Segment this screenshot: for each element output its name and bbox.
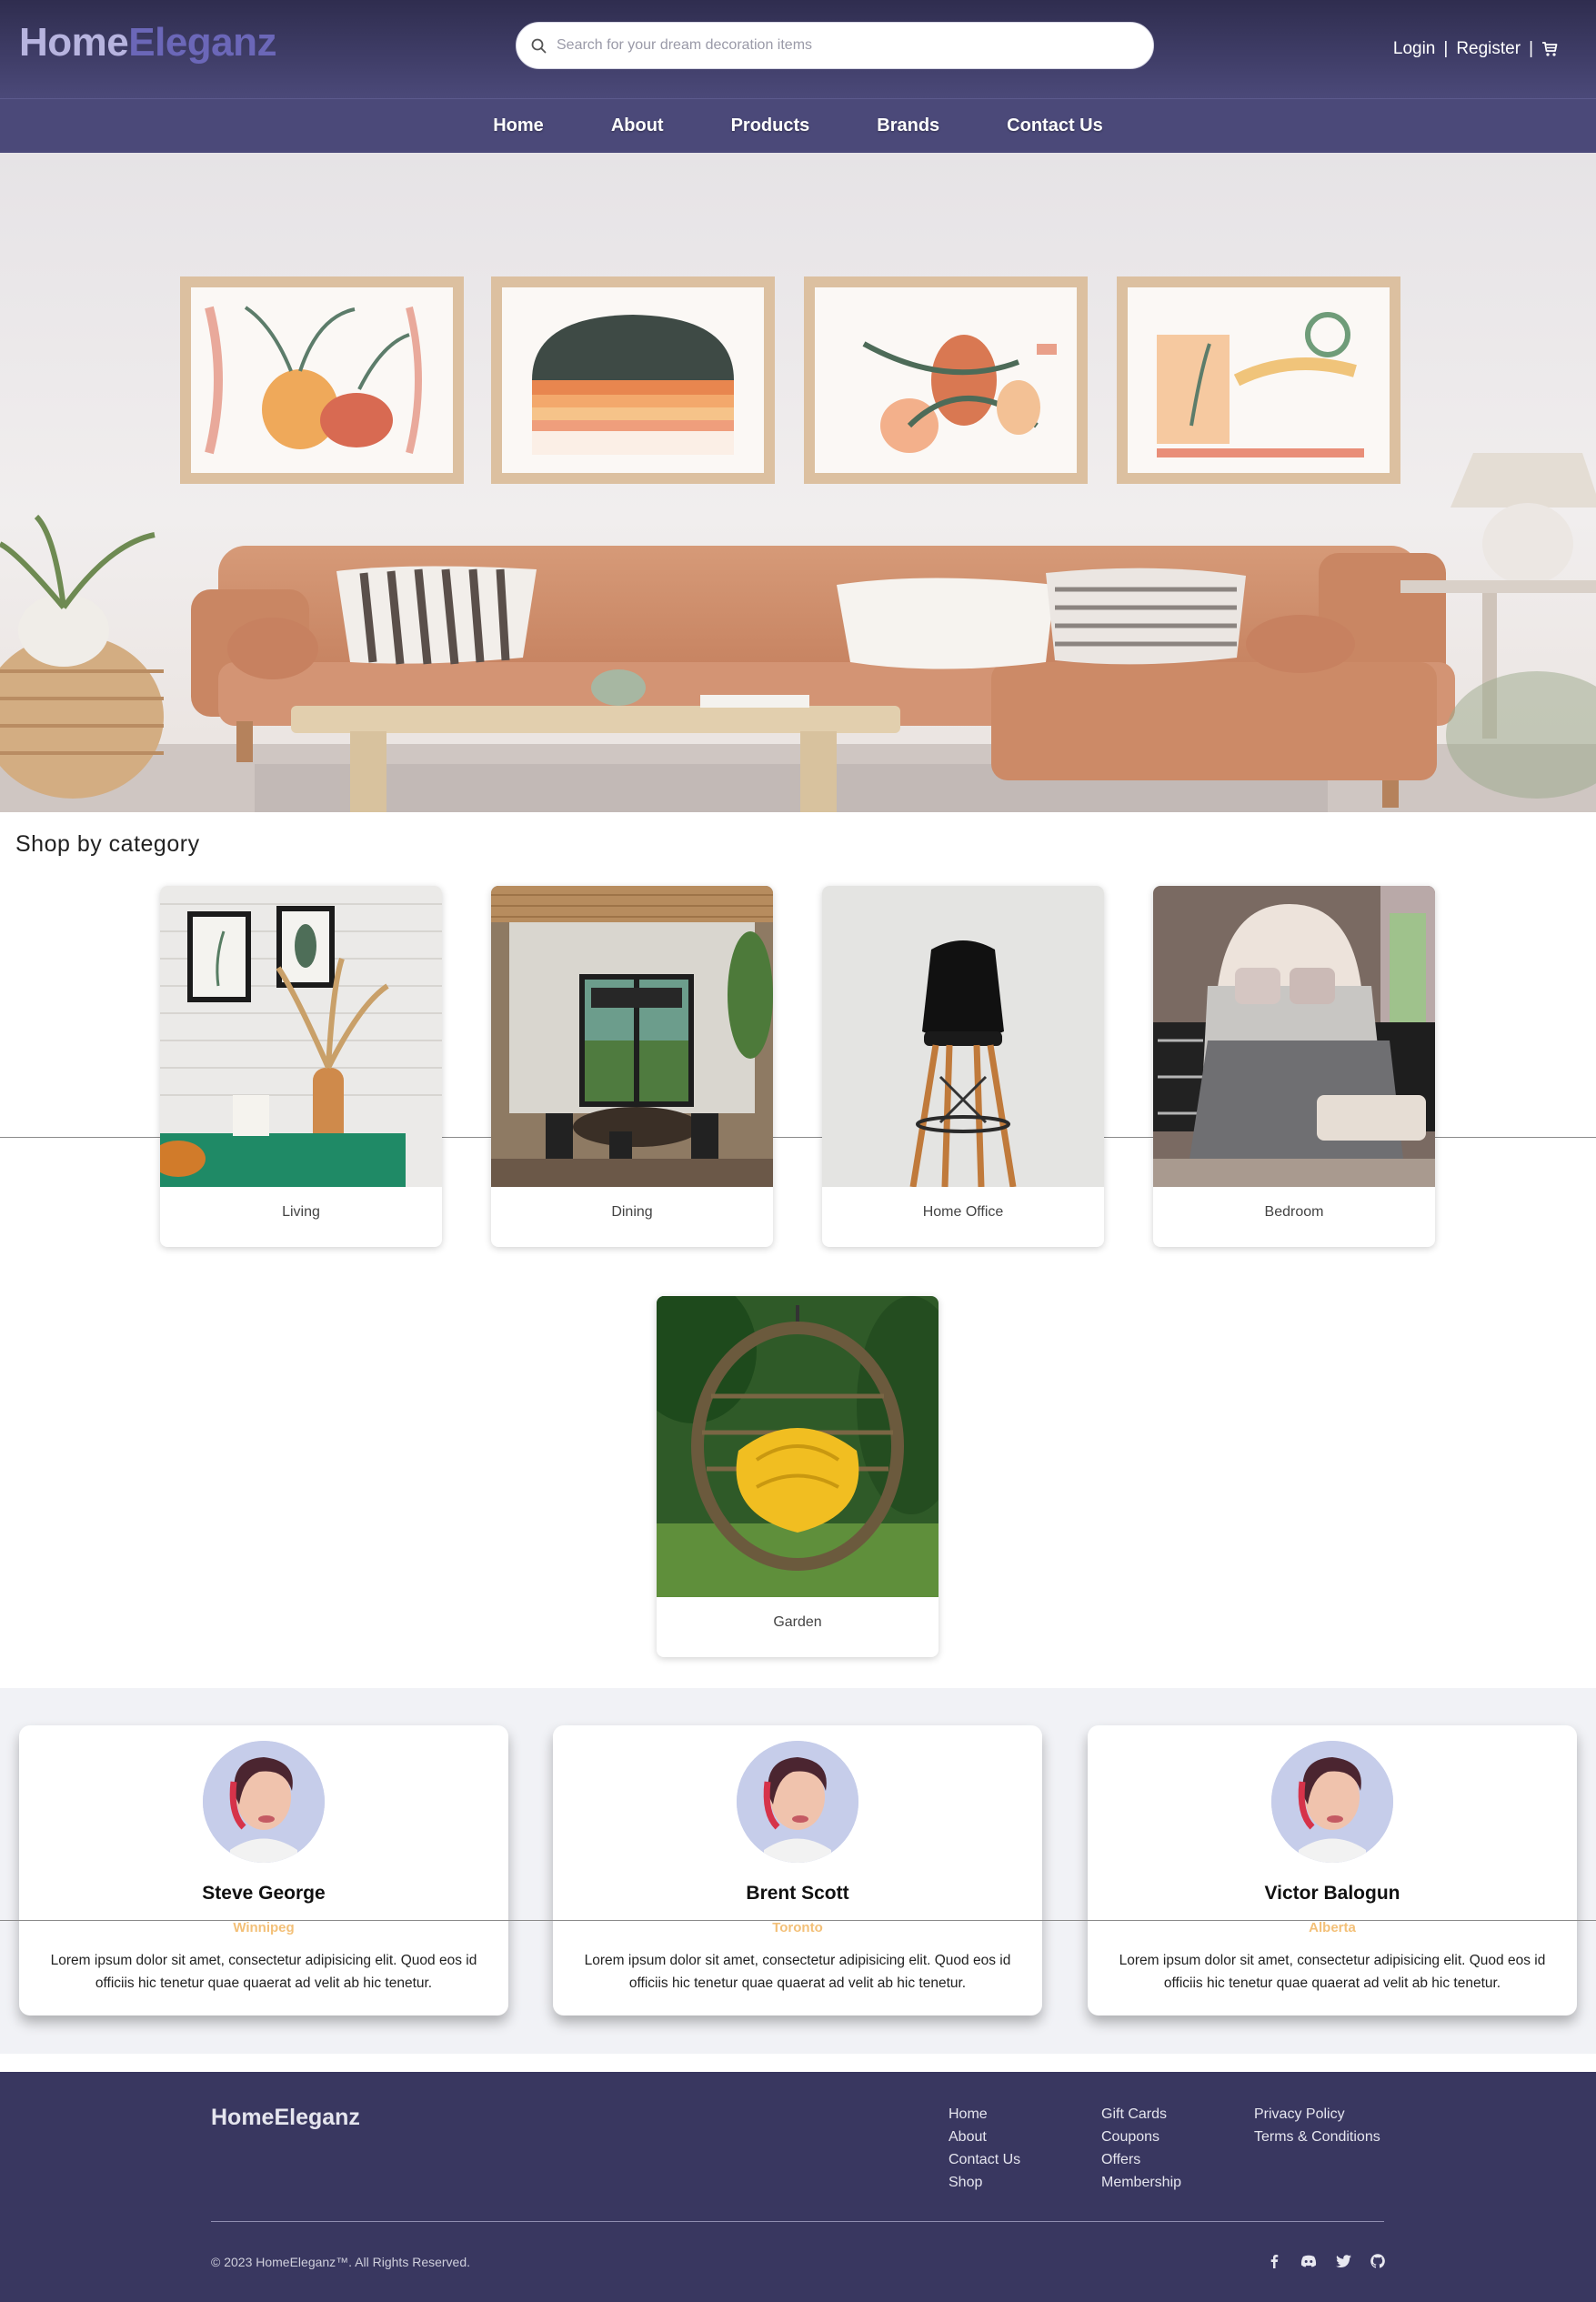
testimonial-name: Brent Scott xyxy=(746,1883,849,1904)
category-card-living[interactable]: Living xyxy=(160,886,442,1247)
github-icon[interactable] xyxy=(1370,2253,1386,2269)
testimonial-text: Lorem ipsum dolor sit amet, consectetur … xyxy=(50,1953,477,1991)
category-card-garden[interactable]: Garden xyxy=(657,1296,939,1657)
facebook-icon[interactable] xyxy=(1266,2253,1282,2269)
section-title: Shop by category xyxy=(15,831,200,857)
nav-contact-us[interactable]: Contact Us xyxy=(1007,116,1103,136)
category-label: Dining xyxy=(611,1204,653,1220)
site-logo[interactable]: HomeEleganz xyxy=(19,20,277,65)
category-label: Garden xyxy=(773,1614,822,1630)
testimonial-text: Lorem ipsum dolor sit amet, consectetur … xyxy=(1119,1953,1546,1991)
logo-home-text: Home xyxy=(19,20,129,65)
category-image xyxy=(491,886,773,1187)
testimonial-city: Alberta xyxy=(1309,1920,1356,1935)
testimonial-card: Victor Balogun Alberta Lorem ipsum dolor… xyxy=(1088,1725,1577,2016)
hero-image xyxy=(0,276,1596,812)
copyright-text: © 2023 HomeEleganz™. All Rights Reserved… xyxy=(211,2255,471,2269)
avatar xyxy=(737,1741,858,1863)
separator: | xyxy=(1443,39,1449,58)
footer-link-home[interactable]: Home xyxy=(949,2103,1020,2126)
register-link[interactable]: Register xyxy=(1456,39,1521,59)
category-label: Home Office xyxy=(922,1204,1004,1220)
testimonial-city: Toronto xyxy=(772,1920,823,1935)
login-link[interactable]: Login xyxy=(1393,39,1436,59)
framed-art-2 xyxy=(491,276,775,484)
testimonial-name: Steve George xyxy=(202,1883,326,1904)
nav-brands[interactable]: Brands xyxy=(877,116,939,136)
footer-divider xyxy=(211,2221,1384,2222)
auth-links: Login | Register | xyxy=(1393,39,1558,59)
search-input[interactable] xyxy=(557,37,1102,54)
footer-logo[interactable]: HomeEleganz xyxy=(211,2105,360,2131)
footer-link-coupons[interactable]: Coupons xyxy=(1101,2126,1181,2148)
footer-link-shop[interactable]: Shop xyxy=(949,2171,1020,2194)
footer-link-about[interactable]: About xyxy=(949,2126,1020,2148)
category-card-dining[interactable]: Dining xyxy=(491,886,773,1247)
category-card-home-office[interactable]: Home Office xyxy=(822,886,1104,1247)
footer-link-contact-us[interactable]: Contact Us xyxy=(949,2148,1020,2171)
site-footer: HomeEleganz Home About Contact Us Shop G… xyxy=(0,2072,1596,2302)
testimonial-card: Brent Scott Toronto Lorem ipsum dolor si… xyxy=(553,1725,1042,2016)
nav-home[interactable]: Home xyxy=(493,116,544,136)
discord-icon[interactable] xyxy=(1300,2253,1317,2269)
category-image xyxy=(822,886,1104,1187)
search-icon xyxy=(531,38,547,53)
footer-link-gift-cards[interactable]: Gift Cards xyxy=(1101,2103,1181,2126)
category-card-bedroom[interactable]: Bedroom xyxy=(1153,886,1435,1247)
category-image xyxy=(657,1296,939,1597)
category-label: Living xyxy=(282,1204,320,1220)
framed-art-3 xyxy=(804,276,1088,484)
hero-banner xyxy=(0,153,1596,812)
divider-line xyxy=(0,1920,1596,1921)
footer-link-offers[interactable]: Offers xyxy=(1101,2148,1181,2171)
testimonial-city: Winnipeg xyxy=(233,1920,295,1935)
avatar xyxy=(203,1741,325,1863)
plant-basket xyxy=(0,514,164,799)
main-nav: Home About Products Brands Contact Us xyxy=(0,98,1596,153)
cart-icon[interactable] xyxy=(1541,41,1558,57)
testimonial-text: Lorem ipsum dolor sit amet, consectetur … xyxy=(584,1953,1011,1991)
separator: | xyxy=(1529,39,1533,58)
nav-about[interactable]: About xyxy=(611,116,664,136)
footer-links-col-3: Privacy Policy Terms & Conditions xyxy=(1254,2103,1380,2148)
avatar xyxy=(1271,1741,1393,1863)
framed-art-4 xyxy=(1117,276,1400,484)
site-header: HomeEleganz Login | Register | xyxy=(0,0,1596,98)
footer-link-membership[interactable]: Membership xyxy=(1101,2171,1181,2194)
nav-products[interactable]: Products xyxy=(731,116,810,136)
category-image xyxy=(1153,886,1435,1187)
testimonial-name: Victor Balogun xyxy=(1264,1883,1400,1904)
footer-links-col-1: Home About Contact Us Shop xyxy=(949,2103,1020,2194)
footer-link-privacy-policy[interactable]: Privacy Policy xyxy=(1254,2103,1380,2126)
framed-art-1 xyxy=(180,276,464,484)
category-label: Bedroom xyxy=(1264,1204,1324,1220)
testimonial-card: Steve George Winnipeg Lorem ipsum dolor … xyxy=(19,1725,508,2016)
category-image xyxy=(160,886,442,1187)
twitter-icon[interactable] xyxy=(1335,2253,1351,2269)
logo-eleganz-text: Eleganz xyxy=(128,20,277,65)
social-links xyxy=(1266,2253,1404,2269)
search-bar[interactable] xyxy=(516,22,1154,69)
footer-link-terms[interactable]: Terms & Conditions xyxy=(1254,2126,1380,2148)
footer-links-col-2: Gift Cards Coupons Offers Membership xyxy=(1101,2103,1181,2194)
